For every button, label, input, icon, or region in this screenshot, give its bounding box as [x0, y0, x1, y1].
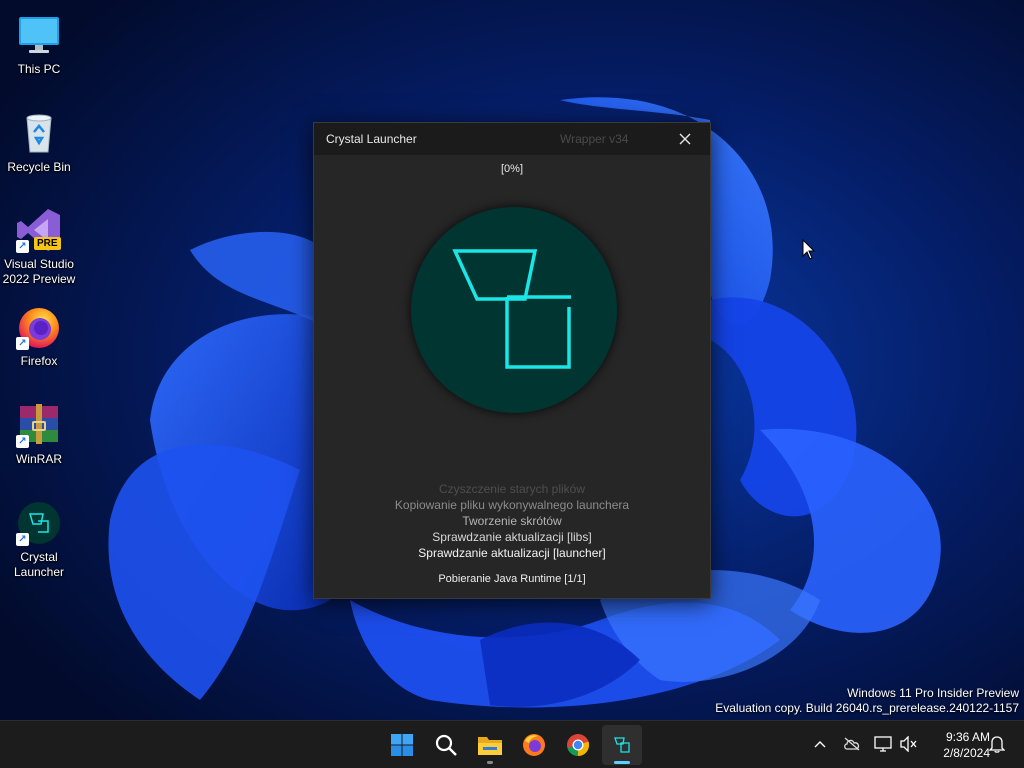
- watermark-build: Evaluation copy. Build 26040.rs_prerelea…: [715, 701, 1019, 715]
- onedrive-tray-button[interactable]: [841, 733, 863, 755]
- status-log: Czyszczenie starych plików Kopiowanie pl…: [314, 481, 710, 561]
- close-icon: [679, 133, 691, 145]
- status-step: Kopiowanie pliku wykonywalnego launchera: [394, 498, 630, 512]
- preview-badge: PRE: [34, 237, 61, 250]
- crystal-logo-icon: [452, 249, 571, 369]
- status-step: Tworzenie skrótów: [462, 514, 562, 528]
- status-step: Sprawdzanie aktualizacji [libs]: [432, 530, 592, 544]
- notification-bell-icon: [989, 736, 1005, 753]
- crystal-launcher-icon: [614, 737, 630, 753]
- desktop-icon-this-pc[interactable]: This PC: [2, 8, 76, 88]
- system-clock[interactable]: 9:36 AM 2/8/2024: [924, 729, 990, 761]
- show-hidden-icons-button[interactable]: [809, 733, 831, 755]
- chevron-up-icon: [814, 741, 826, 748]
- desktop-icon-winrar[interactable]: ↗ WinRAR: [2, 398, 76, 478]
- start-button[interactable]: [382, 725, 422, 765]
- active-indicator: [614, 761, 630, 764]
- search-icon: [435, 734, 457, 756]
- taskbar-firefox[interactable]: [514, 725, 554, 765]
- crystal-launcher-icon: ↗: [16, 500, 62, 546]
- desktop-icon-label: Visual Studio 2022 Preview: [2, 257, 76, 286]
- current-task: Pobieranie Java Runtime [1/1]: [438, 573, 586, 585]
- status-step: Sprawdzanie aktualizacji [launcher]: [418, 546, 606, 560]
- crystal-logo: [411, 207, 617, 413]
- volume-muted-icon: [900, 736, 917, 752]
- visual-studio-icon: PRE ↗: [16, 207, 62, 253]
- taskbar-crystal-launcher[interactable]: [602, 725, 642, 765]
- winrar-icon: ↗: [16, 402, 62, 448]
- taskbar: 9:36 AM 2/8/2024: [0, 720, 1024, 768]
- window-title: Crystal Launcher: [326, 132, 417, 146]
- mouse-cursor-icon: [802, 239, 816, 260]
- desktop-icon-visual-studio[interactable]: PRE ↗ Visual Studio 2022 Preview: [2, 203, 76, 286]
- running-indicator: [487, 761, 493, 764]
- clock-time: 9:36 AM: [945, 730, 990, 744]
- desktop-icon-label: WinRAR: [15, 452, 62, 466]
- file-explorer-icon: [478, 737, 502, 755]
- desktop-icon-label: Crystal Launcher: [13, 550, 65, 579]
- desktop-icon-crystal-launcher[interactable]: ↗ Crystal Launcher: [2, 496, 76, 579]
- window-titlebar[interactable]: Crystal Launcher Wrapper v34: [314, 123, 710, 155]
- desktop-icon-label: Recycle Bin: [7, 160, 71, 174]
- network-icon: [874, 736, 892, 752]
- status-step: Czyszczenie starych plików: [438, 482, 586, 496]
- firefox-icon: ↗: [16, 304, 62, 350]
- search-button[interactable]: [426, 725, 466, 765]
- desktop-icon-recycle-bin[interactable]: Recycle Bin: [2, 106, 76, 186]
- taskbar-file-explorer[interactable]: [470, 725, 510, 765]
- windows-start-icon: [391, 734, 413, 756]
- monitor-icon: [16, 12, 62, 58]
- cloud-offline-icon: [844, 737, 860, 751]
- chrome-icon: [567, 734, 590, 757]
- watermark-edition: Windows 11 Pro Insider Preview: [847, 686, 1019, 700]
- network-tray-button[interactable]: [872, 733, 894, 755]
- recycle-bin-icon: [16, 110, 62, 156]
- volume-tray-button[interactable]: [898, 733, 920, 755]
- notifications-button[interactable]: [986, 733, 1008, 755]
- crystal-launcher-window[interactable]: Crystal Launcher Wrapper v34 [0%] Czyszc…: [313, 122, 711, 599]
- desktop-icon-label: Firefox: [20, 354, 58, 368]
- close-button[interactable]: [660, 123, 710, 155]
- shortcut-arrow-icon: ↗: [16, 240, 29, 253]
- shortcut-arrow-icon: ↗: [16, 337, 29, 350]
- evaluation-watermark: Windows 11 Pro Insider Preview Evaluatio…: [715, 686, 1019, 716]
- desktop-icon-label: This PC: [17, 62, 61, 76]
- shortcut-arrow-icon: ↗: [16, 435, 29, 448]
- taskbar-chrome[interactable]: [558, 725, 598, 765]
- progress-percentage: [0%]: [500, 163, 523, 175]
- clock-date: 2/8/2024: [943, 746, 990, 760]
- wrapper-version: Wrapper v34: [560, 132, 629, 146]
- shortcut-arrow-icon: ↗: [16, 533, 29, 546]
- desktop-icon-firefox[interactable]: ↗ Firefox: [2, 300, 76, 380]
- firefox-icon: [523, 734, 545, 756]
